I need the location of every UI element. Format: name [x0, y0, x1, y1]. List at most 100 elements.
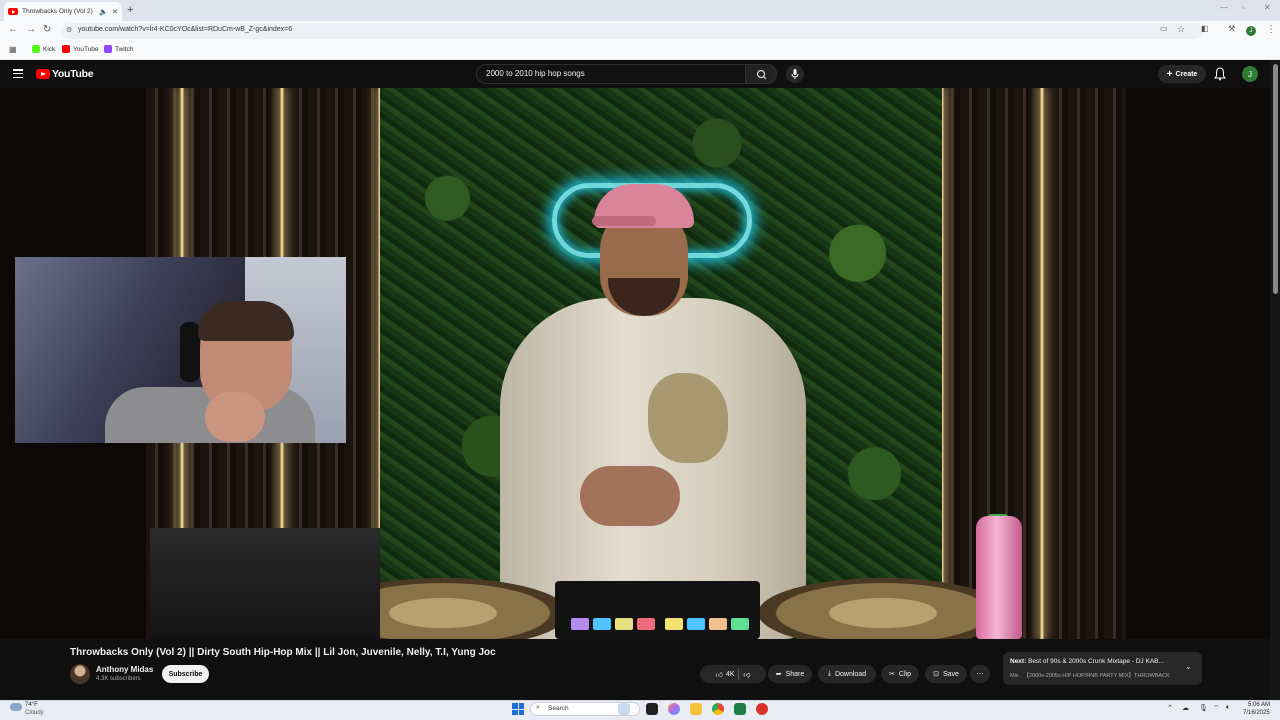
divider	[738, 668, 740, 680]
thumbs-down-icon: 👎︎	[743, 671, 751, 679]
wood-slat-wall	[942, 88, 1126, 639]
microphone-icon	[791, 69, 799, 79]
volume-icon[interactable]: 🔈︎	[1226, 704, 1230, 712]
menu-icon[interactable]	[13, 69, 23, 79]
browser-tab[interactable]: Throwbacks Only (Vol 2) || 🔈 ✕	[4, 2, 122, 21]
download-button[interactable]: ⤓ Download	[818, 665, 876, 683]
forward-icon[interactable]: →	[26, 24, 36, 35]
next-up-prefix: Next:	[1010, 658, 1027, 665]
weather-temperature[interactable]: 74°F	[25, 702, 38, 708]
cast-icon[interactable]: ▭	[1160, 24, 1168, 33]
thumbs-up-icon: 👍︎	[715, 671, 723, 679]
save-label: Save	[942, 670, 959, 678]
tab-title: Throwbacks Only (Vol 2) ||	[22, 8, 96, 15]
youtube-wordmark: YouTube	[52, 68, 94, 80]
windows-taskbar	[0, 700, 1280, 720]
more-actions-button[interactable]: ⋯	[970, 665, 990, 683]
save-button[interactable]: ⊡ Save	[925, 665, 967, 683]
new-tab-button[interactable]: +	[127, 4, 133, 16]
next-up-card[interactable]	[1003, 652, 1202, 685]
channel-name[interactable]: Anthony Midas	[96, 665, 153, 674]
next-up-subtitle: Mix · 【2000s-2005s HIP HOP/RNB PARTY MIX…	[1010, 673, 1170, 679]
bookmark-kick[interactable]: Kick	[32, 45, 55, 53]
jacket-graphic	[648, 373, 728, 463]
windows-start-icon[interactable]	[512, 703, 524, 715]
wifi-icon[interactable]: ⌔	[1213, 704, 1220, 713]
dj-cap-brim	[592, 216, 656, 226]
bookmark-youtube[interactable]: YouTube	[62, 45, 99, 53]
show-hidden-icons-icon[interactable]: ⌃	[1167, 704, 1173, 712]
side-panel-icon[interactable]: ◧	[1201, 24, 1209, 33]
next-up-video-title: Best of 90s & 2000s Crunk Mixtape - DJ K…	[1028, 658, 1164, 665]
search-icon: ⌕	[536, 704, 540, 711]
browser-tab-bar	[0, 0, 1280, 21]
microphone-tray-icon[interactable]: 🎙︎	[1199, 704, 1208, 712]
create-button[interactable]: + Create	[1158, 65, 1206, 83]
audio-playing-icon[interactable]: 🔈	[99, 8, 108, 16]
plus-icon: +	[1166, 68, 1173, 80]
clip-button[interactable]: ✂ Clip	[881, 665, 919, 683]
extensions-icon[interactable]: ⚒	[1228, 24, 1235, 33]
subscriber-count: 4.3K subscribers	[96, 676, 141, 682]
close-window-button[interactable]: ✕	[1264, 3, 1271, 12]
video-title: Throwbacks Only (Vol 2) || Dirty South H…	[70, 647, 496, 658]
bookmark-icon: ⊡	[933, 671, 939, 678]
youtube-play-icon	[36, 69, 50, 79]
copilot-icon[interactable]	[668, 703, 680, 715]
reload-icon[interactable]: ↻	[43, 24, 51, 35]
like-dislike-group: 👍︎ 4K 👎︎	[700, 665, 766, 683]
bookmark-twitch[interactable]: Twitch	[104, 45, 133, 53]
clock-time[interactable]: 5:06 AM	[1248, 702, 1270, 708]
maximize-button[interactable]: ▫	[1242, 3, 1245, 12]
back-icon[interactable]: ←	[8, 24, 18, 35]
file-explorer-icon[interactable]	[690, 703, 702, 715]
kick-icon	[32, 45, 40, 53]
clock-date[interactable]: 7/16/2025	[1243, 710, 1270, 716]
turntable-right	[758, 578, 1008, 639]
share-button[interactable]: ➦ Share	[768, 665, 812, 683]
clip-label: Clip	[898, 670, 911, 678]
subscribe-button[interactable]: Subscribe	[162, 665, 209, 683]
excel-icon[interactable]	[734, 703, 746, 715]
weather-description: Cloudy	[25, 710, 44, 716]
like-button[interactable]: 👍︎ 4K	[716, 670, 735, 679]
dislike-button[interactable]: 👎︎	[743, 670, 750, 679]
bookmark-label: YouTube	[73, 45, 99, 53]
youtube-logo[interactable]: YouTube	[36, 68, 94, 80]
webcam-overlay	[15, 257, 346, 443]
youtube-icon	[62, 45, 70, 53]
create-label: Create	[1175, 70, 1198, 78]
scrollbar-thumb[interactable]	[1273, 64, 1278, 294]
scissors-icon: ✂	[889, 671, 895, 678]
mixer-pad	[615, 618, 633, 630]
mixer-pad	[593, 618, 611, 630]
download-label: Download	[834, 670, 867, 678]
task-view-icon[interactable]	[646, 703, 658, 715]
minimize-button[interactable]: —	[1220, 3, 1228, 12]
mixer-pad	[665, 618, 683, 630]
site-info-icon[interactable]: ⚙	[66, 26, 72, 34]
search-highlight-icon[interactable]	[618, 703, 630, 715]
chevron-down-icon[interactable]: ⌄	[1185, 662, 1192, 671]
channel-avatar[interactable]	[70, 664, 90, 684]
apps-grid-icon[interactable]: ▦	[9, 45, 17, 54]
share-icon: ➦	[775, 671, 782, 678]
close-tab-icon[interactable]: ✕	[112, 8, 118, 16]
network-app-icon[interactable]: ☁	[1182, 704, 1189, 712]
share-label: Share	[785, 670, 805, 678]
mixer-pad	[687, 618, 705, 630]
profile-avatar[interactable]: J	[1246, 26, 1256, 36]
streamer-hand	[205, 392, 265, 442]
cloud-icon[interactable]	[10, 703, 22, 711]
chrome-icon[interactable]	[712, 703, 724, 715]
account-avatar[interactable]: J	[1242, 66, 1258, 82]
youtube-favicon-icon	[8, 8, 18, 15]
mixer-pad	[709, 618, 727, 630]
search-button[interactable]	[745, 64, 777, 84]
notifications-button[interactable]	[1214, 67, 1226, 86]
bookmark-star-icon[interactable]: ☆	[1177, 24, 1185, 35]
app-icon[interactable]	[756, 703, 768, 715]
browser-menu-icon[interactable]: ⋮	[1266, 24, 1276, 35]
voice-search-button[interactable]	[786, 65, 804, 83]
streamer-hair	[198, 301, 294, 341]
